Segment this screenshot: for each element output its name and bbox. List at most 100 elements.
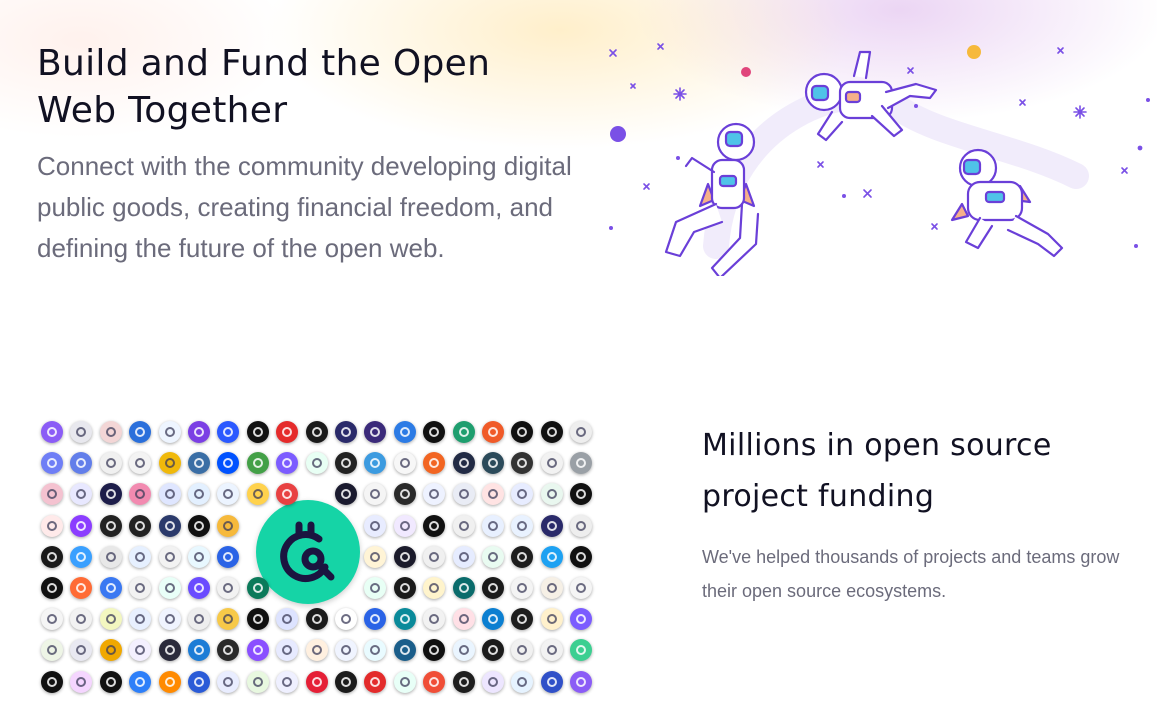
project-logo-icon[interactable] <box>129 608 152 631</box>
project-logo-icon[interactable] <box>305 452 328 475</box>
project-logo-icon[interactable] <box>482 577 504 599</box>
project-logo-icon[interactable] <box>570 608 593 631</box>
project-logo-icon[interactable] <box>423 577 446 599</box>
project-logo-icon[interactable] <box>99 545 122 568</box>
project-logo-icon[interactable] <box>70 545 93 568</box>
project-logo-icon[interactable] <box>70 608 93 631</box>
project-logo-icon[interactable] <box>423 608 446 631</box>
project-logo-icon[interactable] <box>570 577 593 599</box>
project-logo-icon[interactable] <box>158 421 181 443</box>
project-logo-icon[interactable] <box>511 577 534 599</box>
project-logo-icon[interactable] <box>364 608 387 631</box>
project-logo-icon[interactable] <box>511 639 534 662</box>
project-logo-icon[interactable] <box>393 545 416 568</box>
project-logo-icon[interactable] <box>129 639 152 662</box>
project-logo-icon[interactable] <box>570 452 593 475</box>
project-logo-icon[interactable] <box>158 545 181 568</box>
project-logo-icon[interactable] <box>570 670 593 693</box>
project-logo-icon[interactable] <box>99 639 122 662</box>
project-logo-icon[interactable] <box>158 670 181 693</box>
project-logo-icon[interactable] <box>99 670 122 693</box>
project-logo-icon[interactable] <box>452 577 475 599</box>
project-logo-icon[interactable] <box>423 483 446 506</box>
project-logo-icon[interactable] <box>70 639 93 662</box>
project-logo-icon[interactable] <box>540 452 563 475</box>
project-logo-icon[interactable] <box>540 639 563 662</box>
project-logo-icon[interactable] <box>364 577 387 599</box>
project-logo-icon[interactable] <box>452 483 475 506</box>
gitcoin-logo-icon[interactable] <box>256 500 360 604</box>
project-logo-icon[interactable] <box>335 483 357 506</box>
project-logo-icon[interactable] <box>188 639 210 662</box>
project-logo-icon[interactable] <box>540 483 563 506</box>
project-logo-icon[interactable] <box>393 514 416 537</box>
project-logo-icon[interactable] <box>482 514 504 537</box>
project-logo-icon[interactable] <box>246 452 269 475</box>
project-logo-icon[interactable] <box>393 639 416 662</box>
project-logo-icon[interactable] <box>158 639 181 662</box>
project-logo-icon[interactable] <box>158 514 181 537</box>
project-logo-icon[interactable] <box>276 670 299 693</box>
project-logo-icon[interactable] <box>335 670 357 693</box>
project-logo-icon[interactable] <box>158 608 181 631</box>
project-logo-icon[interactable] <box>452 452 475 475</box>
project-logo-icon[interactable] <box>364 545 387 568</box>
project-logo-icon[interactable] <box>41 639 63 662</box>
project-logo-icon[interactable] <box>364 421 387 443</box>
project-logo-icon[interactable] <box>393 421 416 443</box>
project-logo-icon[interactable] <box>217 421 240 443</box>
project-logo-icon[interactable] <box>41 545 63 568</box>
project-logo-icon[interactable] <box>452 545 475 568</box>
project-logo-icon[interactable] <box>188 452 210 475</box>
project-logo-icon[interactable] <box>129 577 152 599</box>
project-logo-icon[interactable] <box>482 452 504 475</box>
project-logo-icon[interactable] <box>482 639 504 662</box>
project-logo-icon[interactable] <box>217 545 240 568</box>
project-logo-icon[interactable] <box>129 483 152 506</box>
project-logo-icon[interactable] <box>217 514 240 537</box>
project-logo-icon[interactable] <box>423 452 446 475</box>
project-logo-icon[interactable] <box>246 421 269 443</box>
project-logo-icon[interactable] <box>188 577 210 599</box>
project-logo-icon[interactable] <box>99 421 122 443</box>
project-logo-icon[interactable] <box>129 421 152 443</box>
project-logo-icon[interactable] <box>540 514 563 537</box>
project-logo-icon[interactable] <box>540 608 563 631</box>
project-logo-icon[interactable] <box>540 670 563 693</box>
project-logo-icon[interactable] <box>511 670 534 693</box>
project-logo-icon[interactable] <box>70 670 93 693</box>
project-logo-icon[interactable] <box>364 670 387 693</box>
project-logo-icon[interactable] <box>305 639 328 662</box>
project-logo-icon[interactable] <box>188 483 210 506</box>
project-logo-icon[interactable] <box>423 514 446 537</box>
project-logo-icon[interactable] <box>276 452 299 475</box>
project-logo-icon[interactable] <box>70 421 93 443</box>
project-logo-icon[interactable] <box>364 514 387 537</box>
project-logo-icon[interactable] <box>188 514 210 537</box>
project-logo-icon[interactable] <box>158 452 181 475</box>
project-logo-icon[interactable] <box>482 608 504 631</box>
project-logo-icon[interactable] <box>423 545 446 568</box>
project-logo-icon[interactable] <box>217 577 240 599</box>
project-logo-icon[interactable] <box>129 514 152 537</box>
project-logo-icon[interactable] <box>305 670 328 693</box>
project-logo-icon[interactable] <box>305 421 328 443</box>
project-logo-icon[interactable] <box>482 421 504 443</box>
project-logo-icon[interactable] <box>335 421 357 443</box>
project-logo-icon[interactable] <box>393 577 416 599</box>
project-logo-icon[interactable] <box>41 514 63 537</box>
project-logo-icon[interactable] <box>452 639 475 662</box>
project-logo-icon[interactable] <box>129 670 152 693</box>
project-logo-icon[interactable] <box>364 639 387 662</box>
project-logo-icon[interactable] <box>41 608 63 631</box>
project-logo-icon[interactable] <box>99 577 122 599</box>
project-logo-icon[interactable] <box>511 545 534 568</box>
project-logo-icon[interactable] <box>364 452 387 475</box>
project-logo-icon[interactable] <box>570 421 593 443</box>
project-logo-icon[interactable] <box>41 452 63 475</box>
project-logo-icon[interactable] <box>99 452 122 475</box>
project-logo-icon[interactable] <box>393 608 416 631</box>
project-logo-icon[interactable] <box>570 639 593 662</box>
project-logo-icon[interactable] <box>41 421 63 443</box>
project-logo-icon[interactable] <box>452 670 475 693</box>
